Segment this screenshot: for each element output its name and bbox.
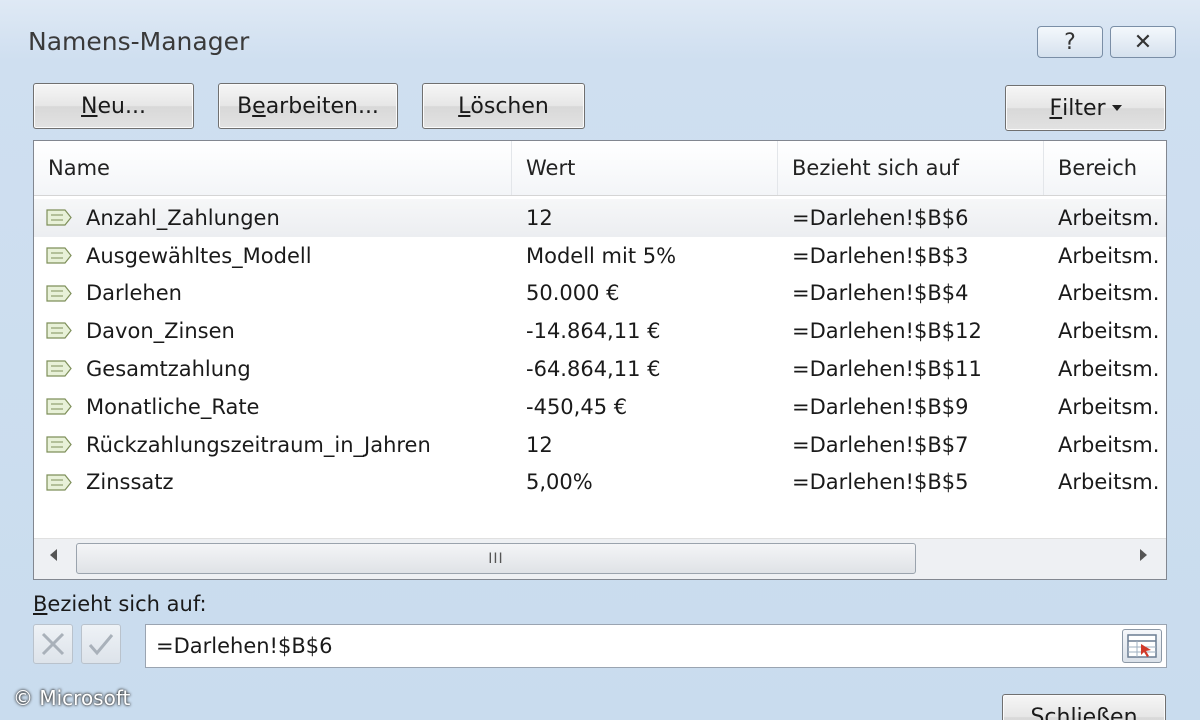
delete-button[interactable]: Löschen xyxy=(422,83,585,129)
cell-name: Ausgewähltes_Modell xyxy=(86,243,312,268)
cell-value: -14.864,11 € xyxy=(526,319,661,344)
cell-name: Rückzahlungszeitraum_in_Jahren xyxy=(86,432,431,457)
cell-name: Zinssatz xyxy=(86,470,174,495)
refers-to-value: =Darlehen!$B$6 xyxy=(156,634,333,658)
cell-refers-to: =Darlehen!$B$9 xyxy=(792,394,969,419)
scroll-right-icon[interactable] xyxy=(1140,549,1147,561)
close-window-button[interactable]: ✕ xyxy=(1110,26,1176,58)
table-row[interactable]: Monatliche_Rate -450,45 € =Darlehen!$B$9 Ar… xyxy=(34,388,1166,426)
copyright-watermark: © Microsoft xyxy=(13,686,131,710)
cell-scope: Arbeitsm. xyxy=(1058,319,1160,344)
cancel-edit-button[interactable] xyxy=(33,624,73,664)
scroll-grip-icon: III xyxy=(488,550,504,567)
close-button-label: Schließen xyxy=(1030,704,1138,720)
close-button[interactable]: Schließen xyxy=(1002,694,1166,720)
cell-name: Anzahl_Zahlungen xyxy=(86,205,280,230)
cell-scope: Arbeitsm. xyxy=(1058,432,1160,457)
cell-value: 5,00% xyxy=(526,470,593,495)
new-button-mnemonic: N xyxy=(81,93,98,119)
cell-refers-to: =Darlehen!$B$6 xyxy=(792,205,969,230)
cell-value: -450,45 € xyxy=(526,394,628,419)
cell-refers-to: =Darlehen!$B$12 xyxy=(792,319,982,344)
cell-refers-to: =Darlehen!$B$5 xyxy=(792,470,969,495)
edit-button[interactable]: Be arbeiten... xyxy=(218,83,398,129)
table-row[interactable]: Ausgewähltes_Modell Modell mit 5% =Darlehe… xyxy=(34,237,1166,275)
column-header-refers-to[interactable]: Bezieht sich auf xyxy=(778,141,1044,195)
names-list[interactable]: Name Wert Bezieht sich auf Bereich Anzah… xyxy=(33,140,1167,580)
dropdown-arrow-icon xyxy=(1111,105,1122,111)
name-manager-dialog: Namens-Manager ? ✕ Neu... Be arbeiten... … xyxy=(0,0,1200,720)
cell-refers-to: =Darlehen!$B$7 xyxy=(792,432,969,457)
delete-button-mnemonic: L xyxy=(458,93,471,119)
table-row[interactable]: Zinssatz 5,00% =Darlehen!$B$5 Arbeitsm. xyxy=(34,464,1166,502)
cell-name: Davon_Zinsen xyxy=(86,319,235,344)
dialog-title: Namens-Manager xyxy=(28,27,250,56)
cell-value: 12 xyxy=(526,205,553,230)
cancel-x-icon xyxy=(41,632,65,656)
horizontal-scrollbar[interactable]: III xyxy=(34,538,1166,579)
table-row[interactable]: Gesamtzahlung -64.864,11 € =Darlehen!$B$11… xyxy=(34,350,1166,388)
cell-value: Modell mit 5% xyxy=(526,243,677,268)
close-icon: ✕ xyxy=(1133,29,1153,55)
confirm-edit-button[interactable] xyxy=(81,624,121,664)
named-range-icon xyxy=(46,247,72,264)
checkmark-icon xyxy=(88,634,114,656)
list-rows: Anzahl_Zahlungen 12 =Darlehen!$B$6 Arbeitsm… xyxy=(34,199,1166,501)
named-range-icon xyxy=(46,322,72,339)
scrollbar-thumb[interactable]: III xyxy=(76,543,916,574)
delete-button-label: öschen xyxy=(470,93,549,119)
filter-button-label: ilter xyxy=(1062,95,1106,121)
table-row[interactable]: Darlehen 50.000 € =Darlehen!$B$4 Arbeitsm. xyxy=(34,275,1166,313)
cell-value: 50.000 € xyxy=(526,281,620,306)
named-range-icon xyxy=(46,209,72,226)
named-range-icon xyxy=(46,473,72,491)
collapse-dialog-button[interactable] xyxy=(1122,629,1162,663)
named-range-icon xyxy=(46,360,72,377)
cell-refers-to: =Darlehen!$B$11 xyxy=(792,357,982,382)
new-button[interactable]: Neu... xyxy=(33,83,194,129)
cell-scope: Arbeitsm. xyxy=(1058,243,1160,268)
filter-button[interactable]: Filter xyxy=(1005,85,1166,131)
refers-to-label: Bezieht sich auf: xyxy=(33,592,207,616)
cell-scope: Arbeitsm. xyxy=(1058,470,1160,495)
edit-button-mnemonic: e xyxy=(252,93,266,119)
table-row[interactable]: Anzahl_Zahlungen 12 =Darlehen!$B$6 Arbeitsm… xyxy=(34,199,1166,237)
range-select-icon xyxy=(1127,634,1157,658)
filter-button-mnemonic: F xyxy=(1049,95,1063,121)
column-header-name[interactable]: Name xyxy=(34,141,512,195)
column-header-scope[interactable]: Bereich xyxy=(1044,141,1166,195)
cell-refers-to: =Darlehen!$B$3 xyxy=(792,243,969,268)
cell-name: Gesamtzahlung xyxy=(86,357,251,382)
cell-name: Monatliche_Rate xyxy=(86,394,260,419)
named-range-icon xyxy=(46,436,72,453)
new-button-label: eu... xyxy=(97,93,146,119)
cell-name: Darlehen xyxy=(86,281,182,306)
cell-scope: Arbeitsm. xyxy=(1058,357,1160,382)
named-range-icon xyxy=(46,398,72,415)
help-icon: ? xyxy=(1064,29,1076,55)
named-range-icon xyxy=(46,284,72,302)
cell-value: 12 xyxy=(526,432,553,457)
cell-scope: Arbeitsm. xyxy=(1058,205,1160,230)
cell-scope: Arbeitsm. xyxy=(1058,281,1160,306)
table-row[interactable]: Rückzahlungszeitraum_in_Jahren 12 =Darlehe… xyxy=(34,426,1166,464)
cell-scope: Arbeitsm. xyxy=(1058,394,1160,419)
edit-button-label: B xyxy=(237,93,253,119)
refers-to-input[interactable]: =Darlehen!$B$6 xyxy=(145,624,1167,668)
scroll-left-icon[interactable] xyxy=(50,549,57,561)
column-header-value[interactable]: Wert xyxy=(512,141,778,195)
list-header: Name Wert Bezieht sich auf Bereich xyxy=(34,141,1166,196)
cell-refers-to: =Darlehen!$B$4 xyxy=(792,281,969,306)
help-button[interactable]: ? xyxy=(1037,26,1103,58)
cell-value: -64.864,11 € xyxy=(526,357,661,382)
table-row[interactable]: Davon_Zinsen -14.864,11 € =Darlehen!$B$12 A… xyxy=(34,312,1166,350)
